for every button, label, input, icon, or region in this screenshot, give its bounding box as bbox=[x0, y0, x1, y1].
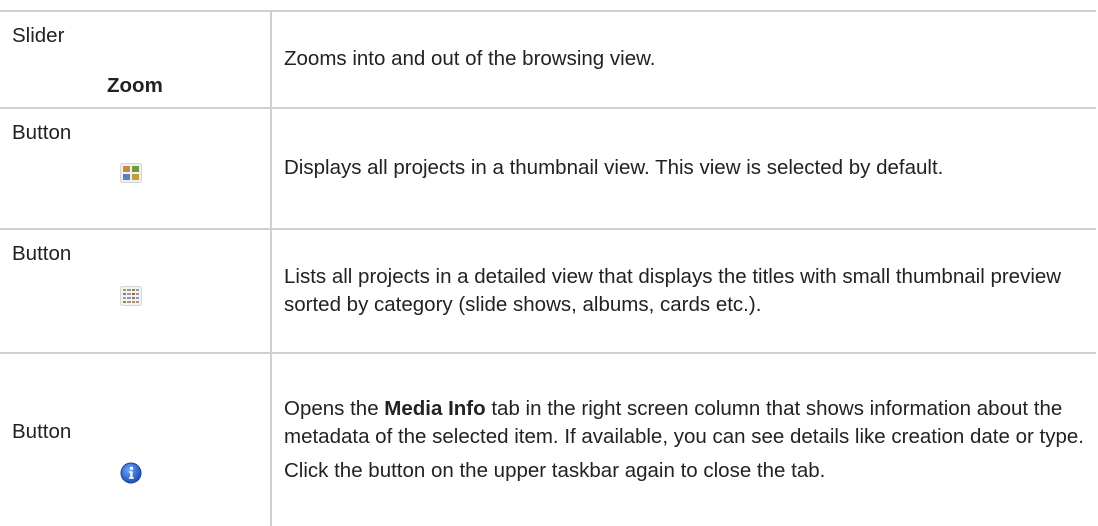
description-cell: Displays all projects in a thumbnail vie… bbox=[272, 109, 1096, 228]
zoom-slider-label: Zoom bbox=[107, 74, 163, 97]
description-cell: Lists all projects in a detailed view th… bbox=[272, 230, 1096, 352]
control-cell: Button bbox=[0, 230, 272, 352]
control-type: Button bbox=[12, 121, 72, 144]
control-type: Button bbox=[12, 420, 72, 443]
description-text: Zooms into and out of the browsing view. bbox=[284, 47, 656, 71]
description-text: Opens the Media Info tab in the right sc… bbox=[284, 396, 1084, 448]
description-text: Displays all projects in a thumbnail vie… bbox=[284, 156, 944, 180]
description-note: Click the button on the upper taskbar ag… bbox=[284, 459, 826, 483]
detail-list-view-icon bbox=[120, 286, 142, 306]
description-text: Lists all projects in a detailed view th… bbox=[284, 264, 1062, 316]
controls-table: Slider Zoom Zooms into and out of the br… bbox=[0, 10, 1096, 526]
description-cell: Zooms into and out of the browsing view. bbox=[272, 12, 1096, 107]
table-row: Button Lists all projects in a detailed … bbox=[0, 230, 1096, 354]
control-cell: Button bbox=[0, 109, 272, 228]
table-row: Slider Zoom Zooms into and out of the br… bbox=[0, 12, 1096, 109]
control-type: Button bbox=[12, 242, 72, 265]
control-cell: Slider Zoom bbox=[0, 12, 272, 107]
table-row: Button Displays all projects in a thumbn… bbox=[0, 109, 1096, 230]
description-cell: Opens the Media Info tab in the right sc… bbox=[272, 354, 1096, 526]
info-icon bbox=[120, 462, 142, 484]
table-row: Button Opens the Media Info tab in the r… bbox=[0, 354, 1096, 526]
thumbnail-view-icon bbox=[120, 163, 142, 183]
control-cell: Button bbox=[0, 354, 272, 526]
control-type: Slider bbox=[12, 24, 65, 47]
media-info-tab-name: Media Info bbox=[384, 396, 486, 420]
